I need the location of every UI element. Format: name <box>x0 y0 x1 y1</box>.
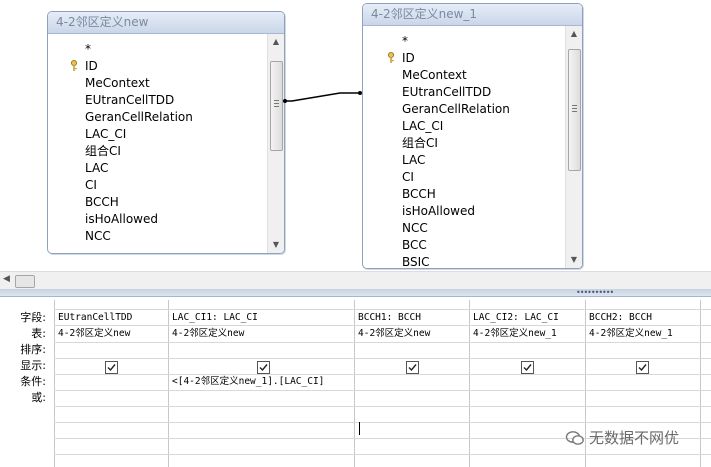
field-item[interactable]: GeranCellRelation <box>363 101 565 118</box>
checkmark-icon <box>523 364 532 372</box>
vertical-scrollbar[interactable]: ▲ ▼ <box>565 26 582 268</box>
table-window-2[interactable]: 4-2邻区定义new_1 * ID MeContext EUtranCellTD… <box>362 3 583 269</box>
field-item[interactable]: LAC_CI <box>363 118 565 135</box>
scroll-up-arrow-icon[interactable]: ▲ <box>566 26 582 42</box>
show-checkbox[interactable] <box>105 361 118 374</box>
field-item[interactable]: EUtranCellTDD <box>363 84 565 101</box>
row-label-show: 显示: <box>20 359 46 372</box>
show-checkbox[interactable] <box>521 361 534 374</box>
scrollbar-thumb[interactable] <box>568 49 581 171</box>
row-label-table: 表: <box>31 327 46 340</box>
row-label-field: 字段: <box>20 311 46 324</box>
show-checkbox[interactable] <box>406 361 419 374</box>
scrollbar-thumb[interactable] <box>15 275 35 288</box>
field-cell[interactable]: BCCH2: BCCH <box>589 310 652 326</box>
field-cell[interactable]: EUtranCellTDD <box>58 310 132 326</box>
field-item[interactable]: ID <box>363 50 565 67</box>
field-item[interactable]: isHoAllowed <box>363 203 565 220</box>
table-cell[interactable]: 4-2邻区定义new <box>172 326 244 342</box>
grip-icon <box>572 111 577 112</box>
field-item[interactable]: * <box>363 33 565 50</box>
checkmark-icon <box>259 364 268 372</box>
wechat-icon <box>565 431 584 445</box>
primary-key-icon <box>388 52 394 63</box>
checkmark-icon <box>408 364 417 372</box>
field-item[interactable]: BSIC <box>363 254 565 268</box>
field-item[interactable]: 组合CI <box>363 135 565 152</box>
checkmark-icon <box>107 364 116 372</box>
field-item[interactable]: CI <box>363 169 565 186</box>
table-cell[interactable]: 4-2邻区定义new_1 <box>589 326 673 342</box>
row-label-criteria: 条件: <box>20 375 46 388</box>
field-item[interactable]: BCC <box>363 237 565 254</box>
grip-icon <box>572 108 577 109</box>
table-cell[interactable]: 4-2邻区定义new <box>358 326 430 342</box>
table-cell[interactable]: 4-2邻区定义new_1 <box>473 326 557 342</box>
field-cell[interactable]: LAC_CI2: LAC_CI <box>473 310 559 326</box>
field-cell[interactable]: BCCH1: BCCH <box>358 310 421 326</box>
field-cell[interactable]: LAC_CI1: LAC_CI <box>172 310 258 326</box>
show-checkbox[interactable] <box>636 361 649 374</box>
field-item[interactable]: MeContext <box>363 67 565 84</box>
join-line[interactable] <box>0 0 711 269</box>
field-item[interactable]: NCC <box>363 220 565 237</box>
criteria-cell[interactable]: <[4-2邻区定义new_1].[LAC_CI] <box>172 374 324 390</box>
scroll-down-arrow-icon[interactable]: ▼ <box>566 252 582 268</box>
grip-icon <box>572 105 577 106</box>
row-label-sort: 排序: <box>20 343 46 356</box>
pane-splitter[interactable]: •••••••••• <box>0 289 711 297</box>
row-label-or: 或: <box>31 391 46 404</box>
table-cell[interactable]: 4-2邻区定义new <box>58 326 130 342</box>
checkmark-icon <box>638 364 647 372</box>
show-checkbox[interactable] <box>257 361 270 374</box>
watermark-text: 无数据不网优 <box>589 429 680 447</box>
field-item[interactable]: BCCH <box>363 186 565 203</box>
scroll-left-arrow-icon[interactable]: ◀ <box>3 274 10 284</box>
splitter-grip-icon: •••••••••• <box>576 288 614 297</box>
text-cursor <box>359 422 360 435</box>
field-item[interactable]: LAC <box>363 152 565 169</box>
query-design-area: 4-2邻区定义new * ID MeContext EUtranCellTDD … <box>0 0 711 269</box>
field-list: * ID MeContext EUtranCellTDD GeranCellRe… <box>363 26 565 268</box>
table-title[interactable]: 4-2邻区定义new_1 <box>363 4 582 26</box>
